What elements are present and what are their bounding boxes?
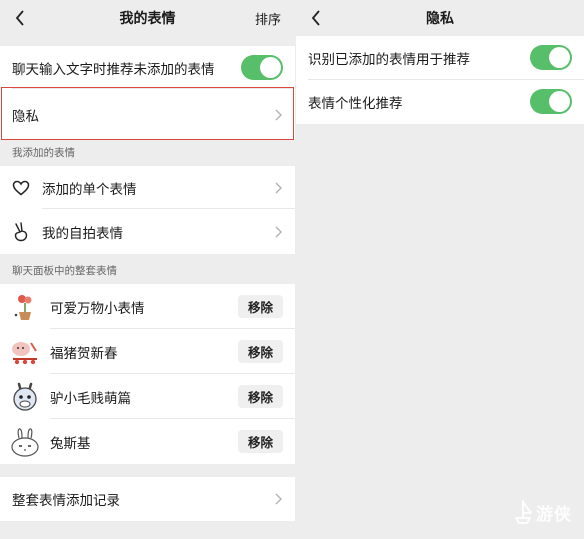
recommend-toggle[interactable] (241, 55, 283, 80)
privacy-toggle[interactable] (530, 89, 572, 114)
history-group: 整套表情添加记录 (0, 477, 295, 521)
donkey-sticker-icon (8, 380, 42, 414)
chevron-right-icon (275, 182, 282, 194)
sticker-set-row: 可爱万物小表情 移除 (0, 284, 295, 329)
sticker-set-label: 驴小毛贱萌篇 (50, 390, 131, 407)
toggle-knob (549, 47, 570, 68)
privacy-setting-row: 识别已添加的表情用于推荐 (296, 36, 584, 80)
watermark-text: 游侠 (536, 504, 572, 525)
top-settings-group: 聊天输入文字时推荐未添加的表情 隐私 (0, 46, 295, 140)
sticker-set-row: 兔斯基 移除 (0, 419, 295, 464)
toggle-knob (260, 57, 281, 78)
added-emoji-group: 添加的单个表情 我的自拍表情 (0, 166, 295, 254)
single-emoji-row[interactable]: 添加的单个表情 (0, 166, 295, 209)
chevron-right-icon (275, 109, 282, 121)
heart-outline-icon (12, 180, 30, 195)
sticker-sets-group: 可爱万物小表情 移除 福猪贺新春 移除 驴小毛贱萌篇 移除 兔斯基 移除 (0, 284, 295, 464)
remove-button[interactable]: 移除 (238, 295, 283, 318)
privacy-toggle[interactable] (530, 45, 572, 70)
privacy-setting-label: 表情个性化推荐 (308, 96, 403, 112)
recommend-row: 聊天输入文字时推荐未添加的表情 (0, 46, 295, 89)
watermark: 游侠 (512, 499, 572, 525)
back-button[interactable] (304, 6, 328, 30)
sticker-set-label: 兔斯基 (50, 435, 91, 452)
remove-button[interactable]: 移除 (238, 340, 283, 363)
chevron-right-icon (275, 226, 282, 238)
recommend-label: 聊天输入文字时推荐未添加的表情 (12, 61, 215, 78)
back-button[interactable] (8, 6, 32, 30)
privacy-settings-panel: 隐私 识别已添加的表情用于推荐 表情个性化推荐 游侠 (296, 0, 584, 539)
history-label: 整套表情添加记录 (12, 493, 120, 509)
single-emoji-label: 添加的单个表情 (42, 181, 137, 198)
page-title: 隐私 (426, 11, 454, 27)
chevron-right-icon (275, 493, 282, 505)
page-title: 我的表情 (119, 11, 176, 27)
privacy-label: 隐私 (12, 108, 39, 125)
sticker-set-label: 可爱万物小表情 (50, 300, 145, 317)
selfie-emoji-label: 我的自拍表情 (42, 225, 123, 242)
ship-logo-icon (515, 500, 532, 524)
toggle-knob (549, 91, 570, 112)
navbar: 隐私 (296, 0, 584, 36)
remove-button[interactable]: 移除 (238, 385, 283, 408)
emoji-settings-panel: 我的表情 排序 聊天输入文字时推荐未添加的表情 隐私 我添加的表情 添加的单个表… (0, 0, 295, 539)
back-arrow-icon (311, 10, 320, 26)
remove-button[interactable]: 移除 (238, 430, 283, 453)
section-header-added: 我添加的表情 (12, 147, 75, 159)
privacy-setting-row: 表情个性化推荐 (296, 80, 584, 124)
history-row[interactable]: 整套表情添加记录 (0, 477, 295, 521)
privacy-setting-label: 识别已添加的表情用于推荐 (308, 52, 470, 68)
privacy-row[interactable]: 隐私 (0, 89, 295, 140)
back-arrow-icon (15, 10, 24, 26)
navbar: 我的表情 排序 (0, 0, 295, 36)
hand-gesture-icon (14, 221, 28, 241)
pig-sticker-icon (8, 335, 42, 369)
sticker-set-label: 福猪贺新春 (50, 345, 118, 362)
sticker-set-row: 福猪贺新春 移除 (0, 329, 295, 374)
sort-button[interactable]: 排序 (255, 9, 281, 28)
section-header-sets: 聊天面板中的整套表情 (12, 265, 117, 277)
sticker-set-row: 驴小毛贱萌篇 移除 (0, 374, 295, 419)
privacy-group: 识别已添加的表情用于推荐 表情个性化推荐 (296, 36, 584, 124)
selfie-emoji-row[interactable]: 我的自拍表情 (0, 209, 295, 254)
rabbit-sticker-icon (8, 425, 42, 459)
flower-pot-sticker-icon (8, 290, 42, 324)
